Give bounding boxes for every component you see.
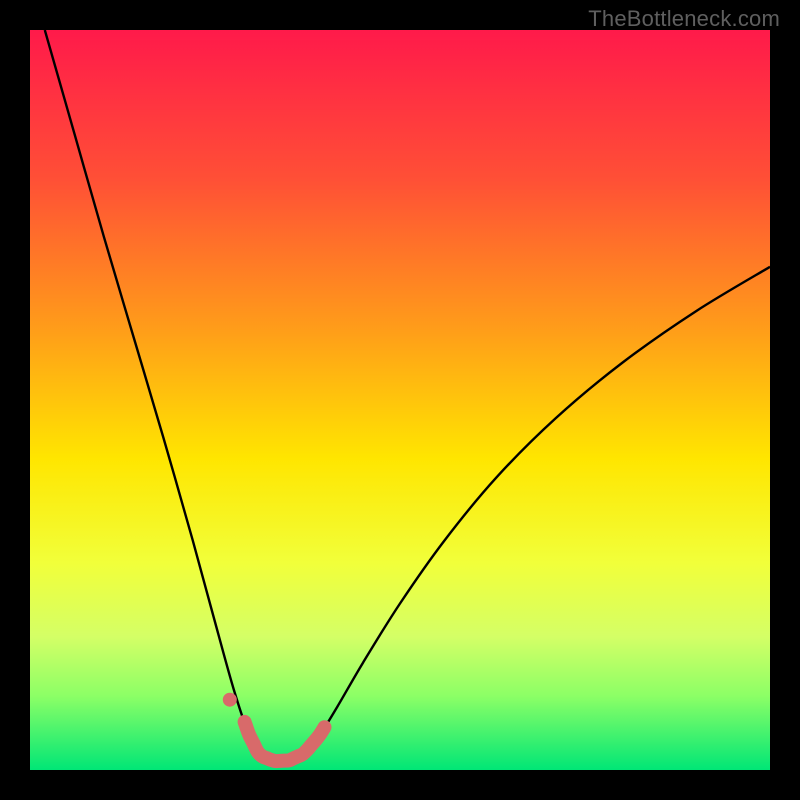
- watermark-text: TheBottleneck.com: [588, 6, 780, 32]
- bottleneck-curve-chart: [30, 30, 770, 770]
- chart-frame: TheBottleneck.com: [0, 0, 800, 800]
- chart-plot-area: [30, 30, 770, 770]
- highlight-dot-icon: [223, 693, 237, 707]
- gradient-background: [30, 30, 770, 770]
